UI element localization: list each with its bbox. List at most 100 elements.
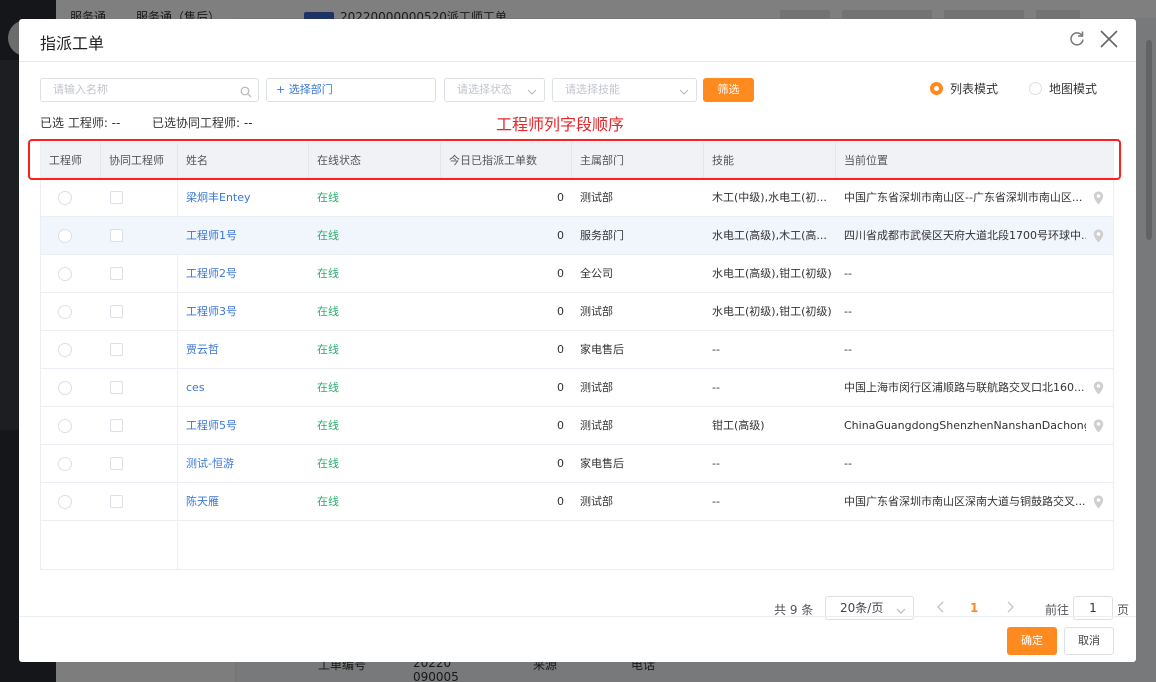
location-pin-icon[interactable] [1093,191,1104,205]
select-department-button[interactable]: + 选择部门 [266,78,436,102]
table-row[interactable]: 测试-恒游 在线 0 家电售后 -- -- [41,445,1113,483]
location-pin-icon[interactable] [1093,495,1104,509]
map-mode-label: 地图模式 [1049,82,1098,96]
current-location: 四川省成都市武侯区天府大道北段1700号环球中... [844,229,1086,242]
engineer-name-link[interactable]: 工程师2号 [178,255,309,293]
online-status: 在线 [317,419,339,432]
close-icon[interactable] [1097,27,1121,51]
engineer-name-link[interactable]: 工程师5号 [178,407,309,445]
pager-current-page[interactable]: 1 [970,601,978,615]
co-engineer-checkbox[interactable] [110,495,123,508]
current-location: ChinaGuangdongShenzhenNanshanDachong 1..… [844,419,1086,432]
assigned-count: 0 [557,229,564,242]
co-engineer-checkbox[interactable] [110,381,123,394]
co-engineer-checkbox[interactable] [110,343,123,356]
online-status: 在线 [317,305,339,318]
selected-engineer-text: 已选 工程师: -- [40,116,121,130]
department: 测试部 [580,495,613,508]
chevron-down-icon [895,602,907,614]
department: 服务部门 [580,229,624,242]
current-location: 中国广东省深圳市南山区--广东省深圳市南山区... [844,191,1083,204]
co-engineer-checkbox[interactable] [110,267,123,280]
online-status: 在线 [317,343,339,356]
table-row[interactable]: 梁炯丰Entey 在线 0 测试部 木工(中级),水电工(初... 中国广东省深圳市南山区… [41,179,1113,217]
dialog-header: 指派工单 [19,19,1136,62]
engineer-radio[interactable] [58,457,72,471]
co-engineer-checkbox[interactable] [110,419,123,432]
co-engineer-checkbox[interactable] [110,457,123,470]
radio-unselected-icon [1029,82,1042,95]
engineer-radio[interactable] [58,419,72,433]
footer-divider [19,616,1136,617]
location-pin-icon[interactable] [1093,381,1104,395]
table-row[interactable]: 贾云哲 在线 0 家电售后 -- -- [41,331,1113,369]
name-search-placeholder: 请输入名称 [53,83,108,96]
online-status: 在线 [317,381,339,394]
current-location: -- [844,267,852,280]
assigned-count: 0 [557,419,564,432]
department: 家电售后 [580,457,624,470]
skills: 木工(中级),水电工(初... [712,191,827,204]
location-pin-icon[interactable] [1093,229,1104,243]
engineer-radio[interactable] [58,191,72,205]
skills: 钳工(高级) [712,419,765,432]
department: 家电售后 [580,343,624,356]
chevron-right-icon[interactable] [1004,599,1016,615]
skills: 水电工(初级),钳工(初级) [712,305,832,318]
table-row[interactable]: 工程师5号 在线 0 测试部 钳工(高级) ChinaGuangdongShenzhenN… [41,407,1113,445]
engineer-radio[interactable] [58,495,72,509]
online-status: 在线 [317,457,339,470]
table-row[interactable]: ces 在线 0 测试部 -- 中国上海市闵行区浦顺路与联航路交叉口北160... [41,369,1113,407]
engineer-name-link[interactable]: ces [178,369,309,407]
list-mode-label: 列表模式 [950,82,999,96]
engineer-radio[interactable] [58,343,72,357]
skills: -- [712,495,720,508]
current-location: -- [844,305,852,318]
engineer-radio[interactable] [58,381,72,395]
assigned-count: 0 [557,267,564,280]
table-row[interactable]: 工程师3号 在线 0 测试部 水电工(初级),钳工(初级) -- [41,293,1113,331]
department: 测试部 [580,191,613,204]
list-mode-radio[interactable]: 列表模式 [930,80,998,98]
online-status: 在线 [317,229,339,242]
chevron-left-icon[interactable] [935,599,947,615]
engineer-name-link[interactable]: 工程师1号 [178,217,309,255]
name-search-input[interactable]: 请输入名称 [40,78,259,102]
assigned-count: 0 [557,305,564,318]
search-icon [240,84,252,98]
skill-select[interactable]: 请选择技能 [552,78,697,102]
engineer-radio[interactable] [58,267,72,281]
skills: 水电工(高级),木工(高... [712,229,827,242]
engineer-radio[interactable] [58,229,72,243]
department: 测试部 [580,419,613,432]
online-status: 在线 [317,495,339,508]
engineer-name-link[interactable]: 陈天雁 [178,483,309,521]
assign-order-dialog: 指派工单 请输入名称 + 选择部门 请选择状态 请选择技能 筛选 列表模式 地图… [19,19,1136,662]
skills: -- [712,457,720,470]
engineer-radio[interactable] [58,305,72,319]
skills: -- [712,343,720,356]
engineer-table: 工程师 协同工程师 姓名 在线状态 今日已指派工单数 主属部门 技能 当前位置 梁炯丰Ente… [40,142,1114,570]
refresh-icon[interactable] [1066,28,1088,50]
location-pin-icon[interactable] [1093,419,1104,433]
current-location: -- [844,343,852,356]
co-engineer-checkbox[interactable] [110,191,123,204]
engineer-name-link[interactable]: 工程师3号 [178,293,309,331]
co-engineer-checkbox[interactable] [110,305,123,318]
co-engineer-checkbox[interactable] [110,229,123,242]
engineer-name-link[interactable]: 贾云哲 [178,331,309,369]
table-row[interactable]: 工程师2号 在线 0 全公司 水电工(高级),钳工(初级) -- [41,255,1113,293]
engineer-name-link[interactable]: 测试-恒游 [178,445,309,483]
skills: 水电工(高级),钳工(初级) [712,267,832,280]
filter-button[interactable]: 筛选 [703,78,754,102]
status-select[interactable]: 请选择状态 [444,78,545,102]
department: 全公司 [580,267,613,280]
department: 测试部 [580,381,613,394]
table-row[interactable]: 陈天雁 在线 0 测试部 -- 中国广东省深圳市南山区深南大道与铜鼓路交叉... [41,483,1113,521]
cancel-button[interactable]: 取消 [1064,627,1114,655]
table-row[interactable]: 工程师1号 在线 0 服务部门 水电工(高级),木工(高... 四川省成都市武侯区天府大道… [41,217,1113,255]
engineer-name-link[interactable]: 梁炯丰Entey [178,179,309,217]
confirm-button[interactable]: 确定 [1007,627,1057,655]
current-location: 中国广东省深圳市南山区深南大道与铜鼓路交叉... [844,495,1086,508]
map-mode-radio[interactable]: 地图模式 [1029,80,1097,98]
